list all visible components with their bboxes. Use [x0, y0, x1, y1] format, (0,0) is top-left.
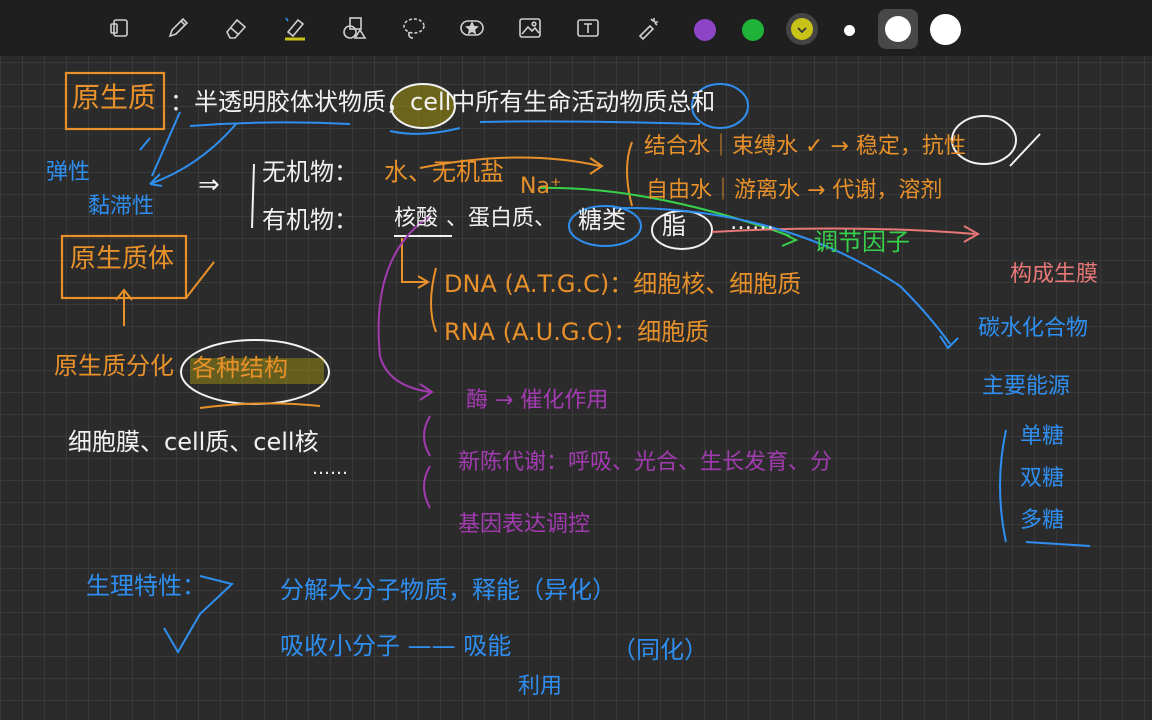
protoplasm-definition: ：半透明胶体状物质，cell中所有生命活动物质总和 — [170, 88, 716, 116]
monosaccharide-label: 单糖 — [1020, 424, 1065, 449]
bound-water-note: 结合水｜束缚水 ✓ → 稳定，抗性 — [644, 134, 966, 159]
elasticity-label: 弹性 — [46, 160, 91, 185]
protoplasm-label: 原生质 — [72, 81, 157, 114]
sodium-ion-label: Na⁺ — [520, 174, 562, 199]
inorganic-label: 无机物： — [262, 158, 358, 186]
regulator-label: 调节因子 — [814, 228, 910, 256]
absorb-note: 吸收小分子 —— 吸能 — [280, 632, 512, 660]
note-canvas[interactable]: 原生质 ：半透明胶体状物质，cell中所有生命活动物质总和 弹性 黏滞性 原生质… — [0, 56, 1152, 720]
laser-pointer-icon[interactable] — [632, 12, 664, 44]
viscosity-label: 黏滞性 — [88, 194, 155, 219]
metabolism-note: 新陈代谢：呼吸、光合、生长发育、分 — [458, 450, 833, 475]
utilize-note: 利用 — [518, 674, 563, 699]
inorganic-items: 水、无机盐 — [384, 158, 504, 186]
lipid-label: 脂 — [662, 212, 686, 240]
carbohydrate-label: 碳水化合物 — [978, 316, 1089, 341]
membrane-label: 构成生膜 — [1010, 262, 1099, 287]
rna-note: RNA (A.U.G.C)：细胞质 — [444, 318, 710, 346]
shapes-icon[interactable] — [338, 12, 370, 44]
toolbar — [0, 0, 1152, 56]
enzyme-note: 酶 → 催化作用 — [466, 388, 609, 413]
color-swatch-green[interactable] — [742, 19, 764, 41]
assimilation-note: （同化） — [612, 636, 708, 664]
text-box-icon[interactable] — [572, 12, 604, 44]
color-swatch-purple[interactable] — [694, 19, 716, 41]
stroke-size-medium-selected[interactable] — [878, 9, 918, 49]
energy-label: 主要能源 — [982, 374, 1071, 399]
differentiation-label: 原生质分化 — [54, 352, 174, 380]
color-swatch-yellow-selected[interactable] — [786, 13, 818, 45]
nucleic-acid-label: 核酸 — [394, 206, 439, 231]
stroke-size-medium-dot — [885, 16, 911, 42]
free-water-note: 自由水｜游离水 → 代谢，溶剂 — [646, 178, 943, 203]
note-app: 原生质 ：半透明胶体状物质，cell中所有生命活动物质总和 弹性 黏滞性 原生质… — [0, 0, 1152, 720]
stroke-size-small[interactable] — [844, 25, 855, 36]
image-icon[interactable] — [514, 12, 546, 44]
eraser-icon[interactable] — [220, 12, 252, 44]
protein-label: 、蛋白质、 — [446, 206, 557, 231]
polysaccharide-label: 多糖 — [1020, 508, 1065, 533]
various-structures-label: 各种结构 — [192, 354, 288, 382]
highlighter-icon[interactable] — [278, 12, 310, 44]
physiology-label: 生理特性： — [86, 572, 206, 600]
stroke-size-large[interactable] — [930, 14, 961, 45]
ellipsis-text: …… — [730, 210, 774, 235]
page-icon[interactable] — [104, 12, 136, 44]
gene-expression-note: 基因表达调控 — [458, 512, 591, 537]
protoplast-label: 原生质体 — [70, 244, 175, 274]
cell-parts-ellipsis: …… — [312, 458, 348, 479]
pen-icon[interactable] — [162, 12, 194, 44]
dna-note: DNA (A.T.G.C)：细胞核、细胞质 — [444, 270, 802, 298]
disaccharide-label: 双糖 — [1020, 466, 1065, 491]
chevron-down-icon — [797, 27, 807, 34]
sugar-label: 糖类 — [578, 206, 626, 234]
sticker-icon[interactable] — [456, 12, 488, 44]
lasso-icon[interactable] — [398, 12, 430, 44]
implies-arrow: ⇒ — [198, 170, 220, 200]
cell-parts-note: 细胞膜、cell质、cell核 — [68, 428, 319, 456]
decompose-note: 分解大分子物质，释能（异化） — [280, 576, 616, 604]
organic-label: 有机物： — [262, 206, 358, 234]
